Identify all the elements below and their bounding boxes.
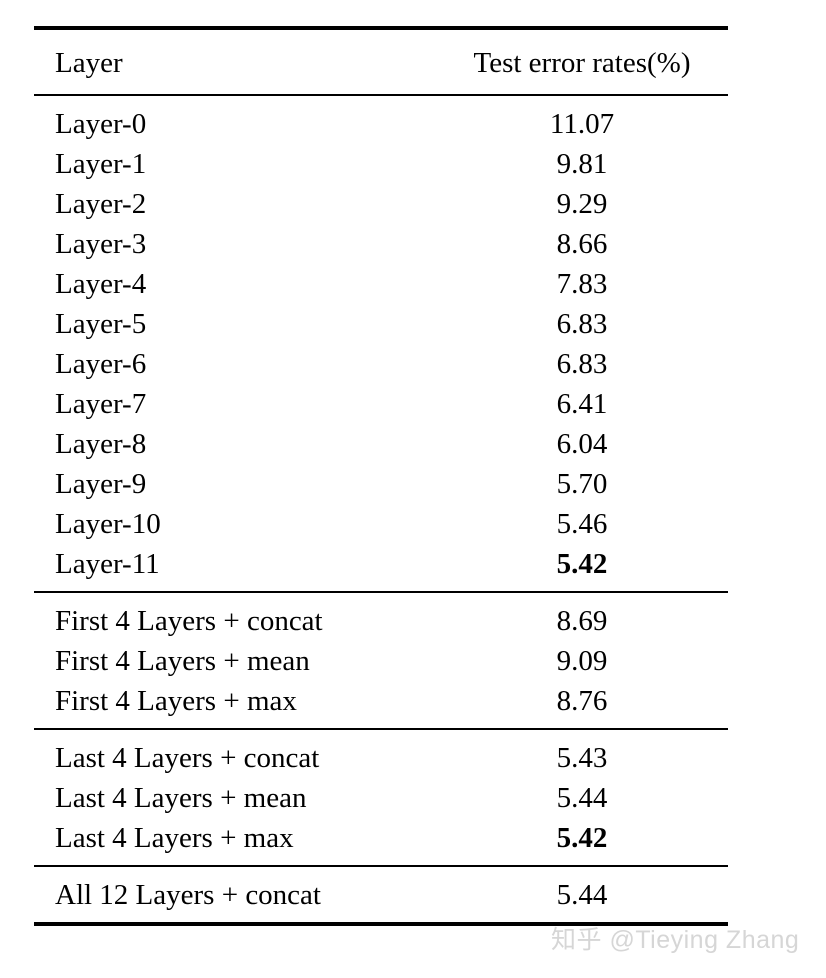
table-row: Layer-10 5.46: [34, 504, 728, 544]
horizontal-rule: [34, 922, 728, 928]
cell-layer: First 4 Layers + mean: [55, 645, 310, 677]
table-row: First 4 Layers + max 8.76: [34, 681, 728, 729]
cell-test-error-rate: 5.70: [556, 468, 608, 500]
cell-layer: Layer-3: [55, 228, 147, 260]
table-bottom-rule: [34, 922, 728, 928]
table-row: Layer-0 11.07: [34, 96, 728, 144]
table-row: Layer-3 8.66: [34, 224, 728, 264]
cell-layer: Layer-4: [55, 268, 147, 300]
table-row: Layer-1 9.81: [34, 144, 728, 184]
table-row: Layer-9 5.70: [34, 464, 728, 504]
cell-layer: Last 4 Layers + concat: [55, 742, 320, 774]
cell-layer: Layer-5: [55, 308, 147, 340]
cell-test-error-rate: 9.81: [556, 148, 608, 180]
cell-layer: Last 4 Layers + max: [55, 822, 294, 854]
cell-layer: Layer-0: [55, 108, 147, 140]
table-row: All 12 Layers + concat 5.44: [34, 867, 728, 924]
cell-test-error-rate: 6.04: [556, 428, 608, 460]
column-header-value: Test error rates(%): [473, 47, 691, 79]
table-row: First 4 Layers + mean 9.09: [34, 641, 728, 681]
table-row: Layer-6 6.83: [34, 344, 728, 384]
watermark: 知乎 @Tieying Zhang: [551, 926, 800, 954]
table-row: First 4 Layers + concat 8.69: [34, 593, 728, 641]
cell-test-error-rate: 8.76: [556, 685, 608, 717]
table-row: Layer-2 9.29: [34, 184, 728, 224]
cell-layer: Layer-8: [55, 428, 147, 460]
table-row: Last 4 Layers + concat 5.43: [34, 730, 728, 778]
cell-test-error-rate: 5.42: [556, 822, 608, 854]
cell-test-error-rate: 8.69: [556, 605, 608, 637]
cell-layer: Layer-1: [55, 148, 147, 180]
table-row: Layer-8 6.04: [34, 424, 728, 464]
cell-test-error-rate: 5.44: [556, 782, 608, 814]
cell-test-error-rate: 5.46: [556, 508, 608, 540]
column-header-layer: Layer: [55, 47, 123, 79]
cell-test-error-rate: 9.09: [556, 645, 608, 677]
cell-test-error-rate: 11.07: [549, 108, 615, 140]
cell-layer: Layer-7: [55, 388, 147, 420]
table-header-row: Layer Test error rates(%): [34, 30, 728, 95]
cell-test-error-rate: 5.44: [556, 879, 608, 911]
cell-test-error-rate: 7.83: [556, 268, 608, 300]
cell-layer: First 4 Layers + concat: [55, 605, 323, 637]
cell-layer: Layer-6: [55, 348, 147, 380]
results-table-container: Layer Test error rates(%) Layer-0 11.07 Laye…: [34, 26, 728, 928]
cell-layer: Layer-11: [55, 548, 160, 580]
cell-test-error-rate: 6.41: [556, 388, 608, 420]
cell-layer: First 4 Layers + max: [55, 685, 297, 717]
cell-test-error-rate: 5.43: [556, 742, 608, 774]
results-table: Layer Test error rates(%) Layer-0 11.07 Laye…: [34, 26, 728, 928]
cell-layer: Layer-10: [55, 508, 161, 540]
cell-test-error-rate: 6.83: [556, 308, 608, 340]
table-row: Last 4 Layers + max 5.42: [34, 818, 728, 866]
table-row: Layer-7 6.41: [34, 384, 728, 424]
cell-layer: Last 4 Layers + mean: [55, 782, 307, 814]
table-row: Layer-11 5.42: [34, 544, 728, 592]
cell-test-error-rate: 9.29: [556, 188, 608, 220]
table-row: Layer-5 6.83: [34, 304, 728, 344]
cell-layer: Layer-9: [55, 468, 147, 500]
cell-layer: All 12 Layers + concat: [55, 879, 321, 911]
cell-test-error-rate: 6.83: [556, 348, 608, 380]
cell-layer: Layer-2: [55, 188, 147, 220]
table-row: Last 4 Layers + mean 5.44: [34, 778, 728, 818]
cell-test-error-rate: 5.42: [556, 548, 608, 580]
table-row: Layer-4 7.83: [34, 264, 728, 304]
cell-test-error-rate: 8.66: [556, 228, 608, 260]
